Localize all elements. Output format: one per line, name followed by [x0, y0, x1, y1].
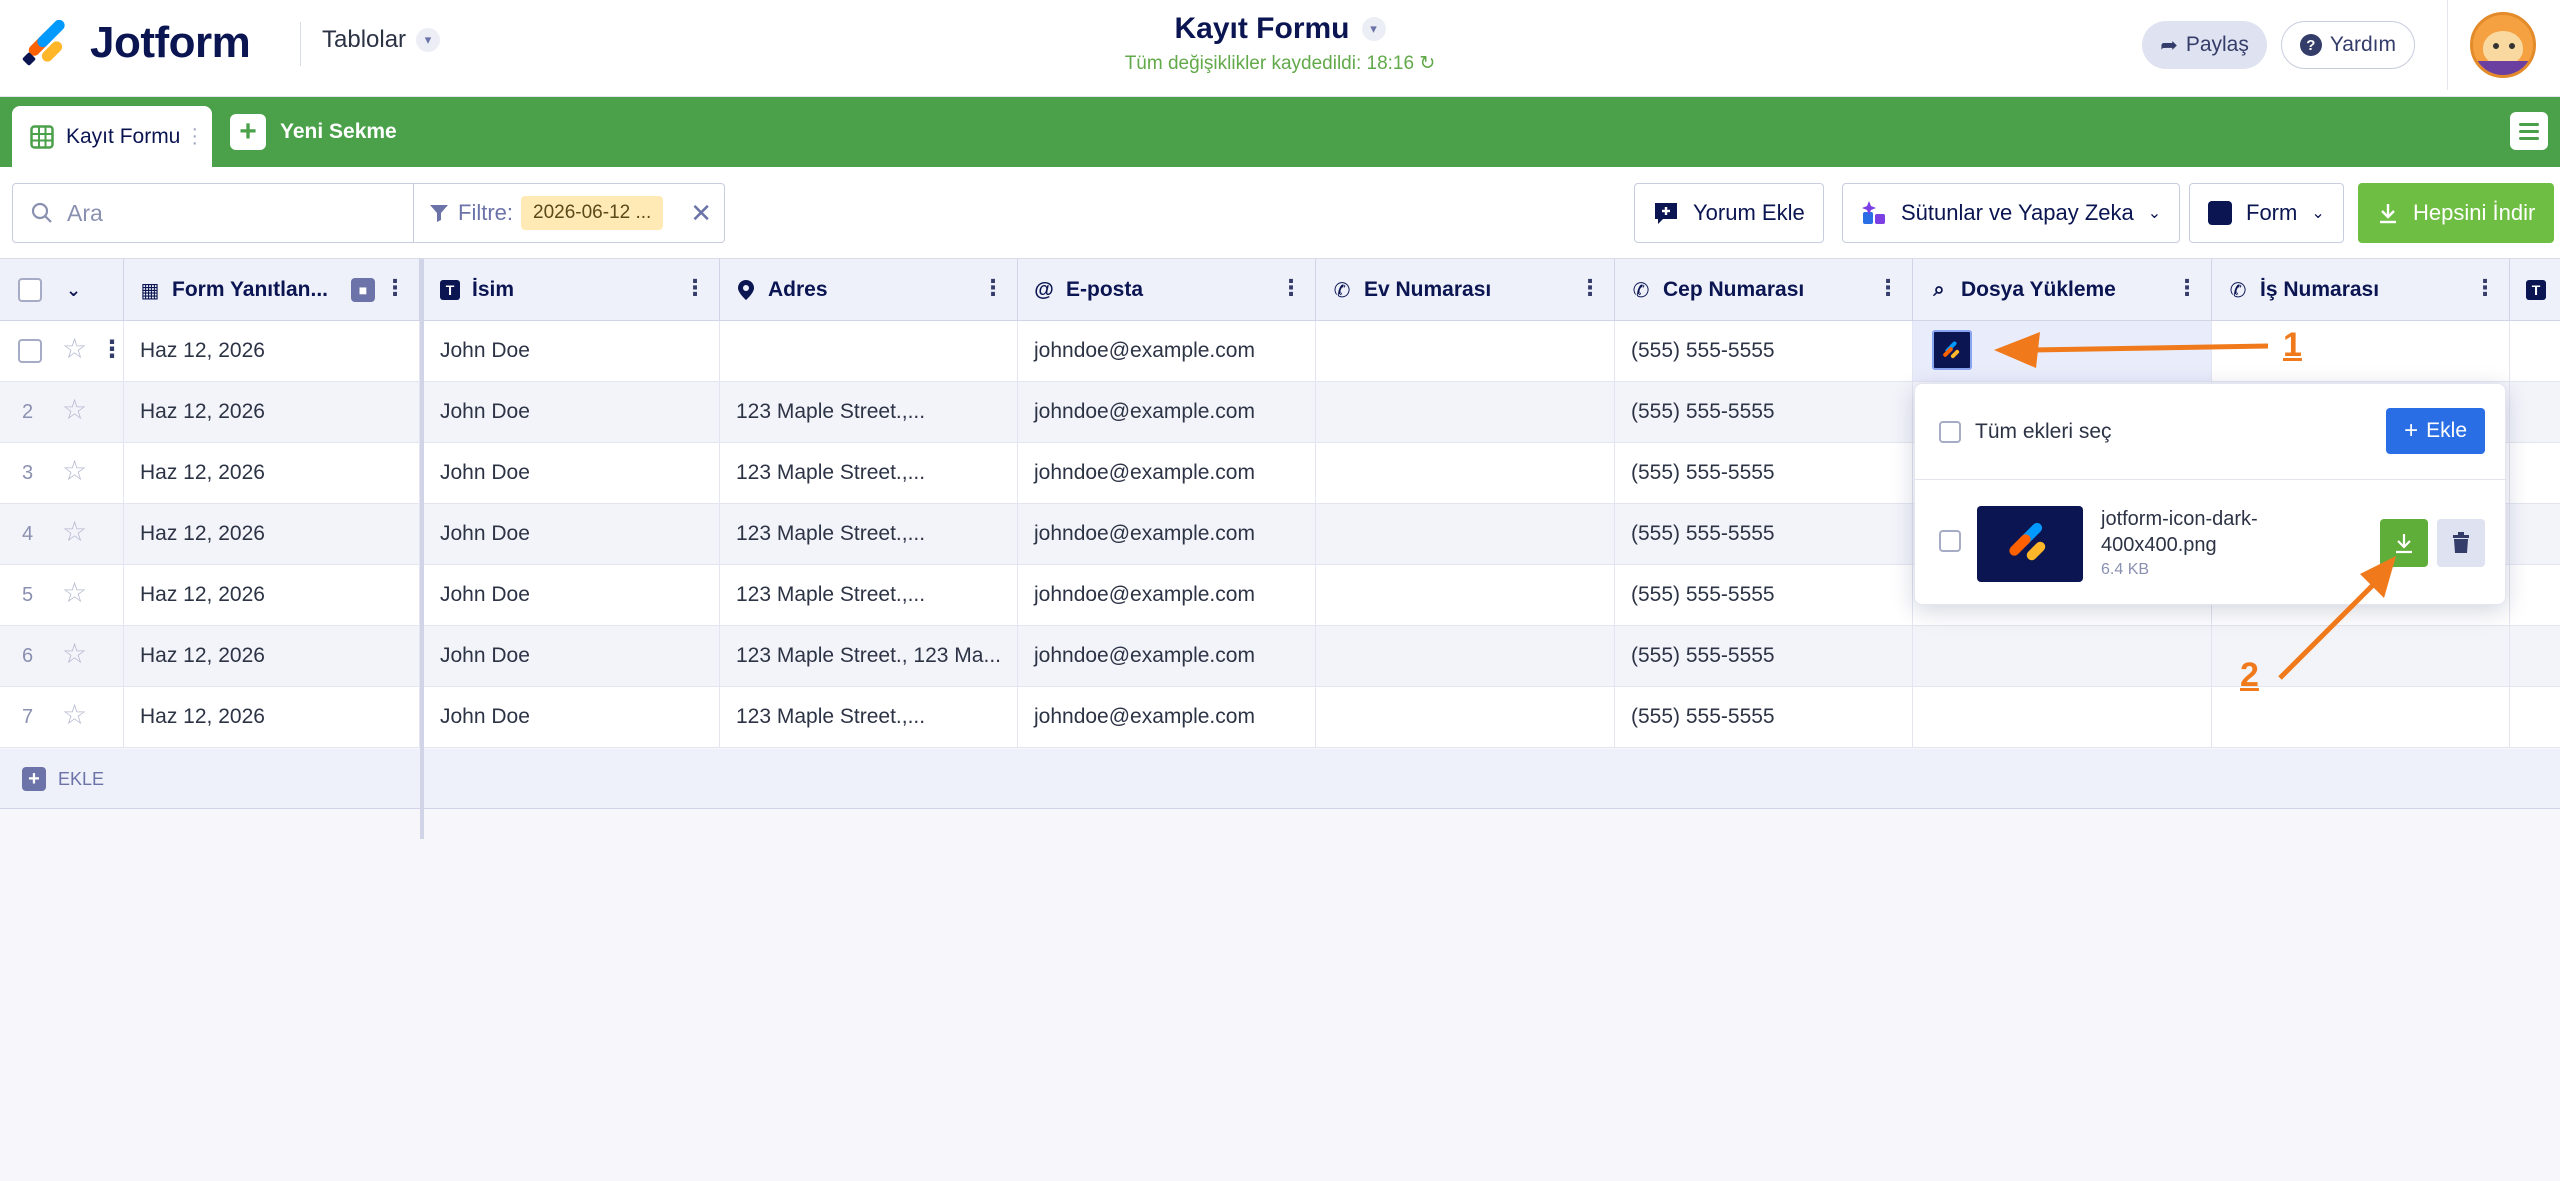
annotation-arrow-1 — [1994, 332, 2269, 368]
annotation-label-2: 2 — [2240, 656, 2259, 694]
annotation-arrow-2 — [2278, 556, 2396, 680]
annotation-label-1: 1 — [2283, 326, 2302, 364]
annotation-overlay — [1994, 332, 2396, 680]
